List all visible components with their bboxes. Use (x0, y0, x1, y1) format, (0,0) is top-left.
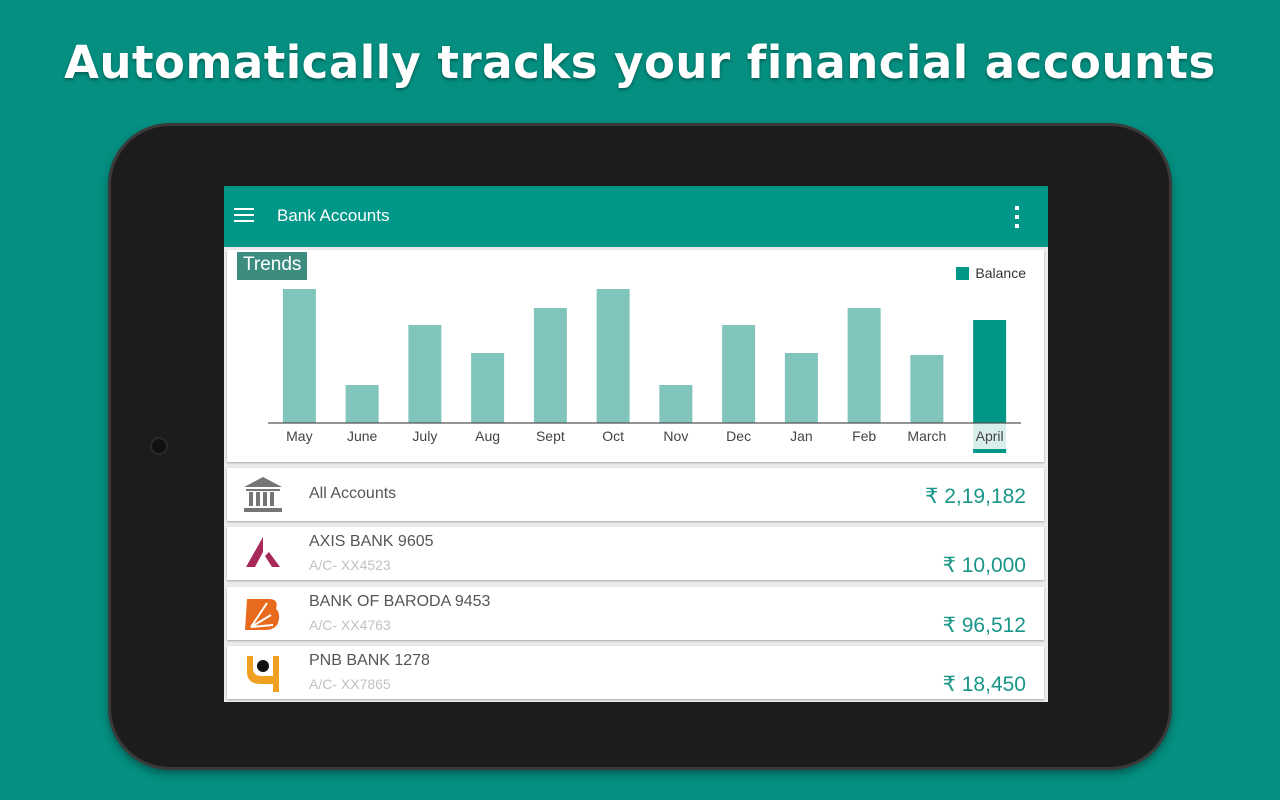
bank-of-baroda-logo (245, 599, 280, 630)
account-row[interactable]: PNB BANK 1278 A/C- XX7865 ₹ 18,450 (227, 646, 1044, 699)
bar-oct[interactable] (596, 289, 630, 423)
x-tick-label: July (412, 428, 437, 444)
account-label: All Accounts (309, 485, 397, 502)
account-row[interactable]: BANK OF BARODA 9453 A/C- XX4763 ₹ 96,512 (227, 587, 1044, 640)
x-tick-label: Dec (726, 428, 751, 444)
all-accounts-row[interactable]: All Accounts ₹ 2,19,182 (227, 468, 1044, 521)
bar-jan[interactable] (784, 353, 818, 423)
chart-title: Trends (237, 252, 308, 280)
x-tick-label: April (976, 428, 1004, 444)
x-tick-label: Jan (790, 428, 813, 444)
camera (150, 437, 168, 455)
account-amount: ₹ 96,512 (942, 614, 1026, 637)
x-tick-label: March (907, 428, 946, 444)
app-bar: Bank Accounts (224, 186, 1048, 247)
bar-sept[interactable] (533, 308, 567, 423)
account-amount: ₹ 10,000 (942, 554, 1026, 577)
app-screen: Bank Accounts May June July Aug Sept Oct Nov De… (224, 186, 1048, 702)
trends-chart-card: May June July Aug Sept Oct Nov Dec Jan Feb March Ap… (227, 250, 1044, 462)
x-tick-label: Nov (663, 428, 688, 444)
x-tick-label: Oct (602, 428, 624, 444)
hamburger-menu-icon[interactable] (234, 208, 254, 224)
account-number: A/C- XX7865 (309, 676, 391, 692)
account-name: BANK OF BARODA 9453 (309, 593, 491, 610)
x-tick-label: Aug (475, 428, 500, 444)
x-tick-label: Feb (852, 428, 876, 444)
more-vertical-icon[interactable] (1013, 206, 1021, 230)
pnb-logo (247, 656, 279, 692)
bar-june[interactable] (345, 385, 379, 423)
selected-indicator (973, 449, 1007, 453)
account-amount: ₹ 18,450 (942, 673, 1026, 696)
account-number: A/C- XX4523 (309, 557, 391, 573)
chart-legend: Balance (956, 265, 1026, 281)
trends-chart: May June July Aug Sept Oct Nov Dec Jan Feb March Ap… (268, 289, 1021, 453)
legend-swatch (956, 266, 970, 280)
account-number: A/C- XX4763 (309, 617, 391, 633)
axis-bank-logo (246, 537, 280, 567)
account-amount: ₹ 2,19,182 (925, 485, 1026, 508)
bar-nov[interactable] (659, 385, 693, 423)
bar-july[interactable] (408, 325, 442, 423)
bar-april[interactable] (973, 320, 1007, 423)
app-title: Bank Accounts (277, 206, 390, 225)
x-tick-label: Sept (536, 428, 565, 444)
headline: Automatically tracks your financial acco… (64, 36, 1216, 89)
bar-dec[interactable] (722, 325, 756, 423)
account-name: PNB BANK 1278 (309, 652, 430, 669)
bar-aug[interactable] (471, 353, 505, 423)
x-tick-label: June (347, 428, 378, 444)
legend-label: Balance (975, 265, 1026, 281)
bank-building-icon (244, 477, 282, 512)
bar-march[interactable] (910, 355, 944, 423)
bar-feb[interactable] (847, 308, 881, 423)
bar-may[interactable] (282, 289, 316, 423)
x-tick-label: May (286, 428, 312, 444)
account-row[interactable]: AXIS BANK 9605 A/C- XX4523 ₹ 10,000 (227, 527, 1044, 580)
account-name: AXIS BANK 9605 (309, 533, 434, 550)
